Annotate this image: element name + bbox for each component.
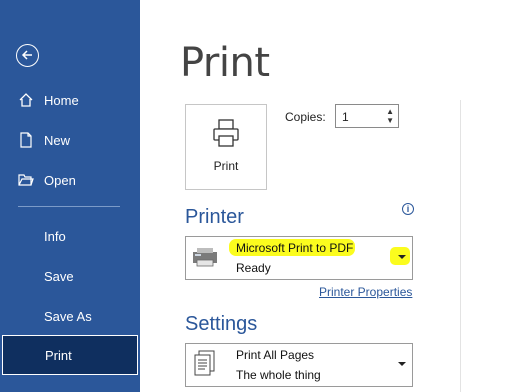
nav-item-home[interactable]: Home [0,80,140,120]
nav-item-label: Print [45,347,72,363]
nav-item-label: Save [44,268,74,284]
nav-divider [18,206,120,207]
backstage-sidebar: Home New Open Info Save Save As Print [0,0,140,392]
home-icon [19,93,33,107]
nav-item-label: Save As [44,308,92,324]
stepper-up-icon[interactable]: ▲ [386,108,394,116]
nav-item-label: Home [44,92,79,108]
nav-item-label: Info [44,228,66,244]
back-arrow-icon [21,50,32,60]
chevron-down-icon [398,362,406,366]
settings-option: Print All Pages [236,348,315,362]
print-pane: Print Print Copies: 1 ▲ ▼ Printer i Micr… [140,0,508,392]
printer-name: Microsoft Print to PDF [236,241,354,255]
print-button[interactable]: Print [185,104,267,190]
open-folder-icon [18,174,34,186]
nav-item-label: New [44,132,71,148]
chevron-down-icon [398,255,406,259]
nav-item-info[interactable]: Info [0,216,140,256]
copies-value: 1 [342,110,349,124]
info-icon[interactable]: i [402,203,414,215]
nav-item-print[interactable]: Print [2,335,138,375]
printer-device-icon [193,248,217,267]
printer-dropdown[interactable]: Microsoft Print to PDF Ready [185,236,413,280]
copies-stepper[interactable]: 1 ▲ ▼ [335,104,399,128]
preview-divider [460,100,461,392]
pages-icon [194,350,215,376]
printer-properties-link[interactable]: Printer Properties [319,285,412,299]
printer-heading: Printer [185,206,244,228]
printer-status: Ready [236,261,271,275]
nav-item-label: Open [44,172,76,188]
copies-label: Copies: [285,110,326,124]
nav-item-open[interactable]: Open [0,160,140,200]
settings-heading: Settings [185,313,258,335]
nav-item-save[interactable]: Save [0,256,140,296]
stepper-down-icon[interactable]: ▼ [386,117,394,125]
printer-icon [213,119,239,147]
print-range-dropdown[interactable]: Print All Pages The whole thing [185,343,413,387]
print-button-label: Print [213,159,239,173]
settings-option-desc: The whole thing [236,368,321,382]
nav-item-new[interactable]: New [0,120,140,160]
back-button[interactable] [16,44,39,67]
page-title: Print [180,40,270,86]
nav-item-save-as[interactable]: Save As [0,296,140,336]
new-document-icon [20,132,32,148]
